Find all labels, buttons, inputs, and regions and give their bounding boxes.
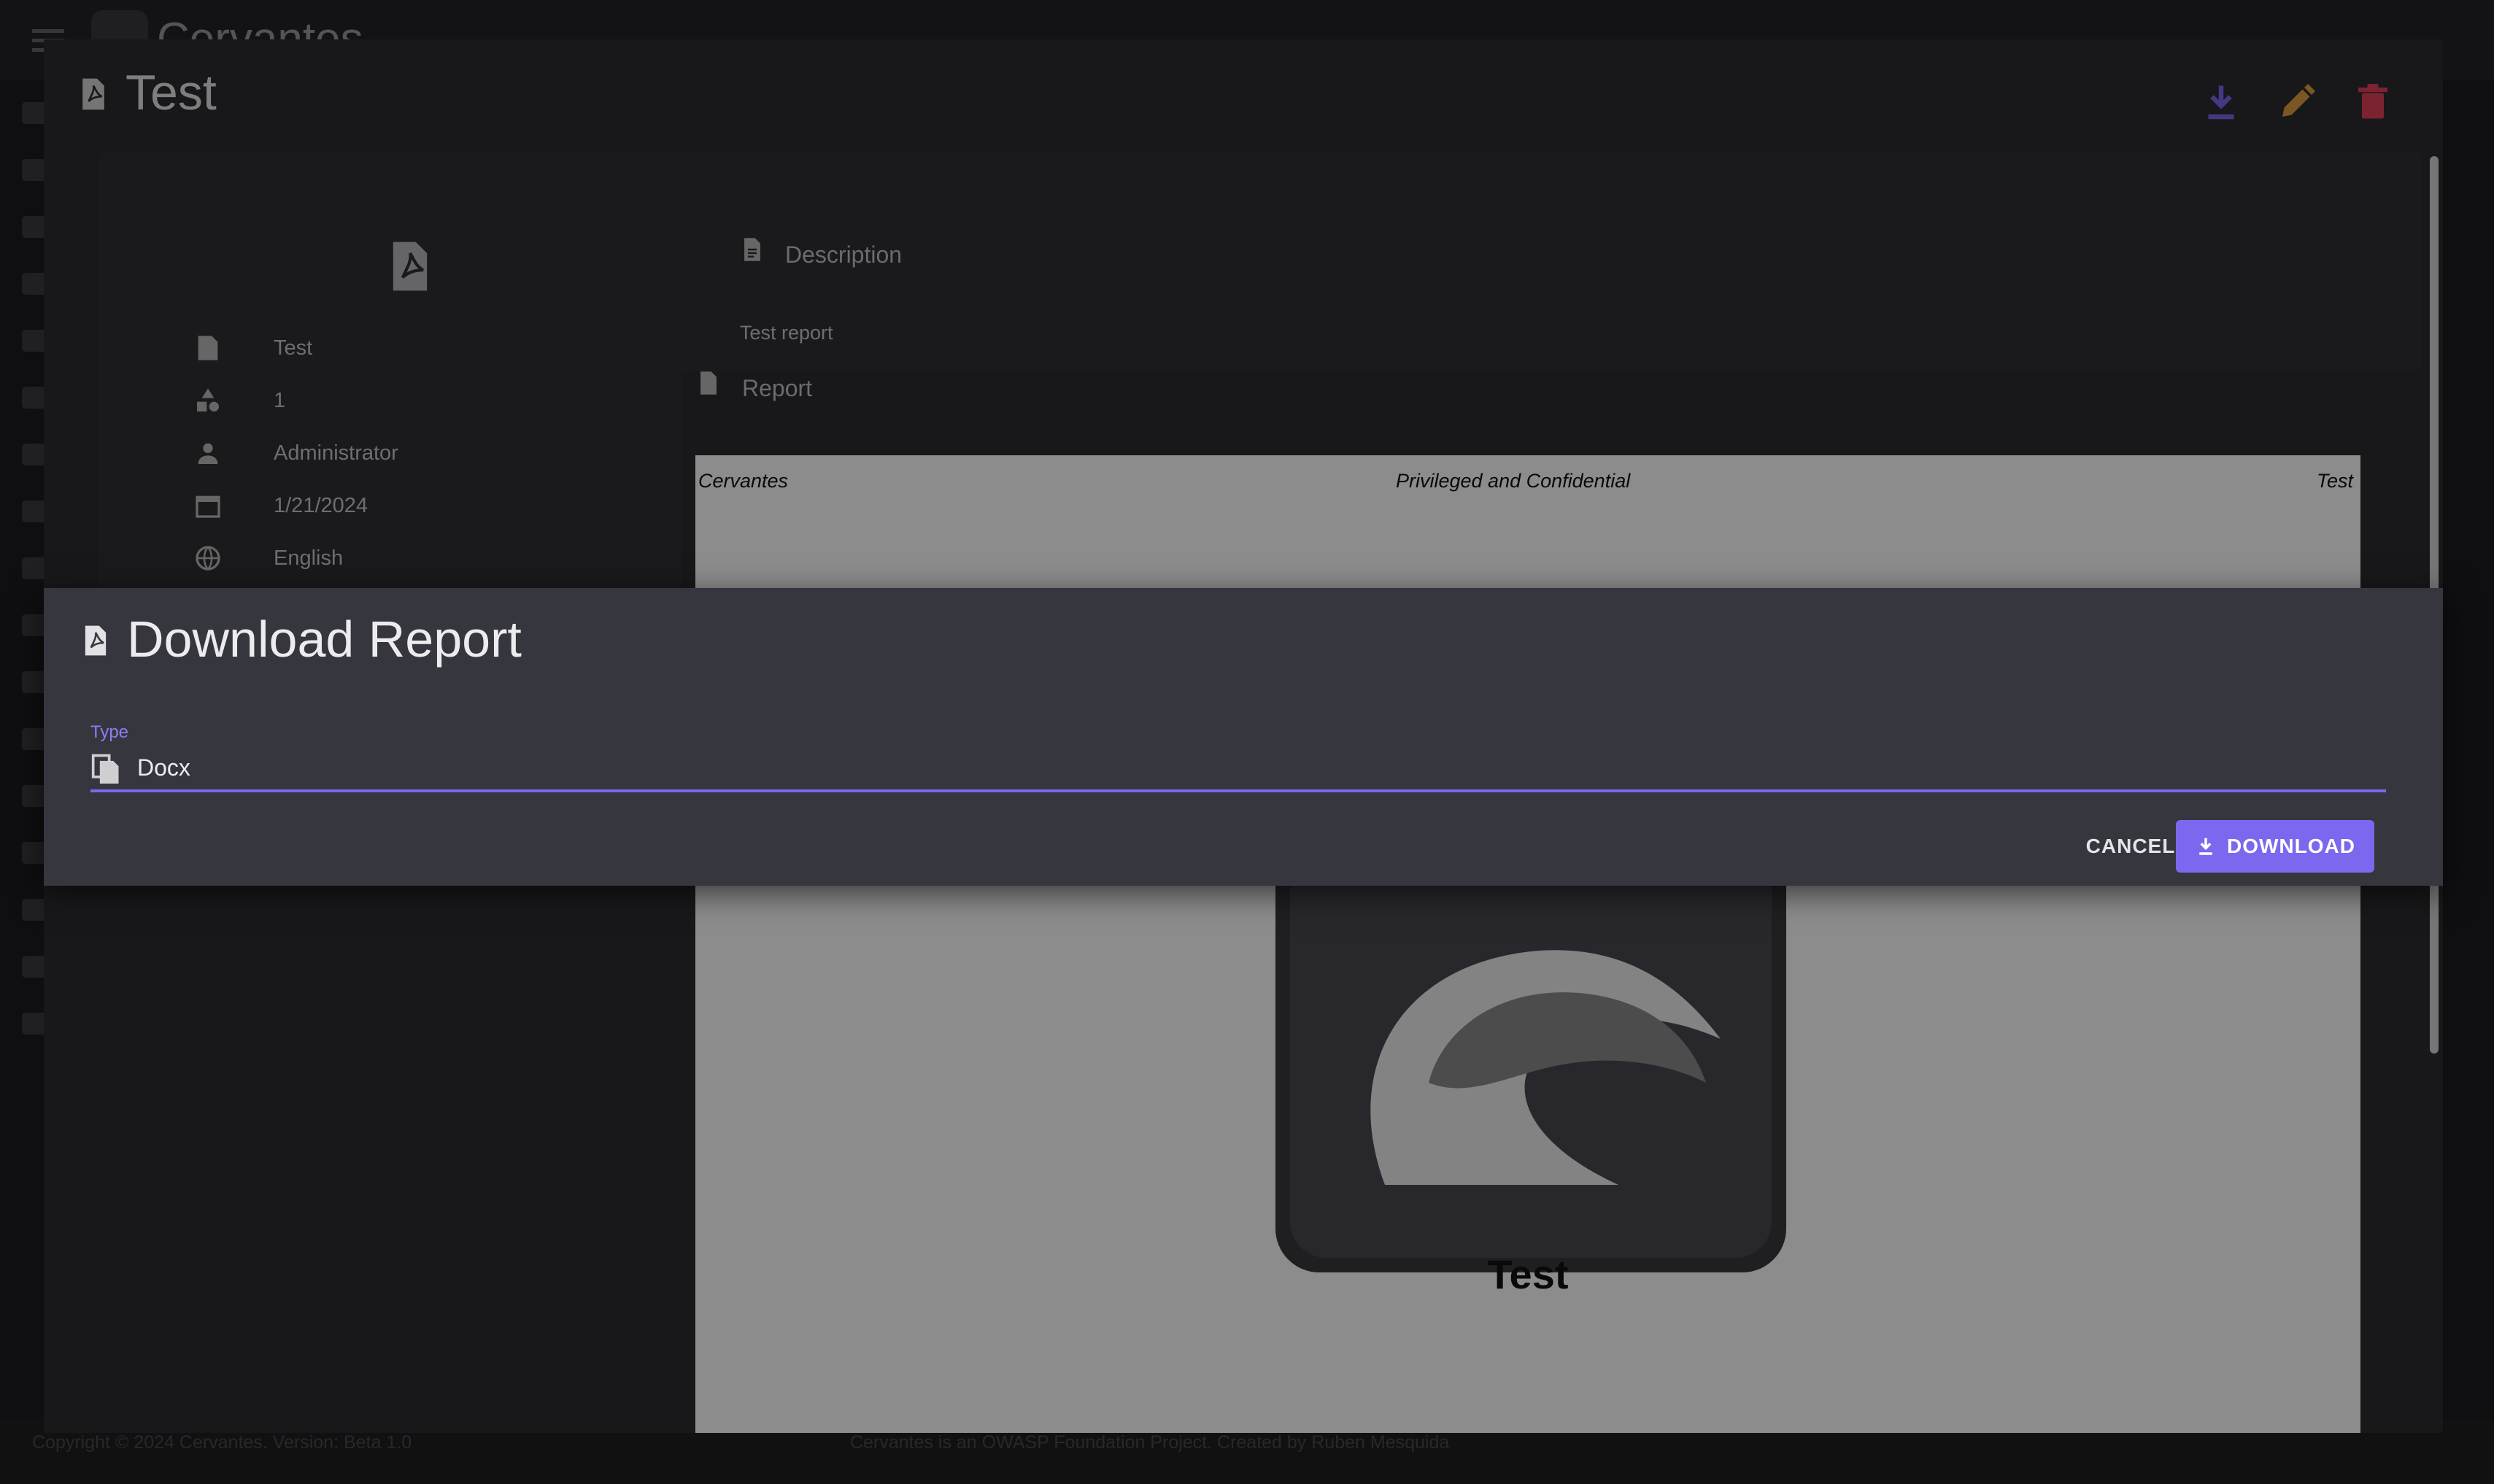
download-icon bbox=[2199, 838, 2212, 855]
pdf-icon bbox=[82, 625, 109, 660]
file-copy-icon bbox=[90, 750, 123, 789]
dialog-title: Download Report bbox=[127, 611, 522, 668]
download-label: DOWNLOAD bbox=[2227, 835, 2355, 857]
type-field-underline bbox=[90, 789, 2386, 792]
type-select[interactable]: Docx bbox=[137, 754, 190, 781]
type-label: Type bbox=[90, 722, 129, 742]
download-report-dialog: Download Report Type Docx CANCEL DOWNLOA… bbox=[44, 588, 2443, 886]
download-button[interactable]: DOWNLOAD bbox=[2176, 820, 2374, 873]
